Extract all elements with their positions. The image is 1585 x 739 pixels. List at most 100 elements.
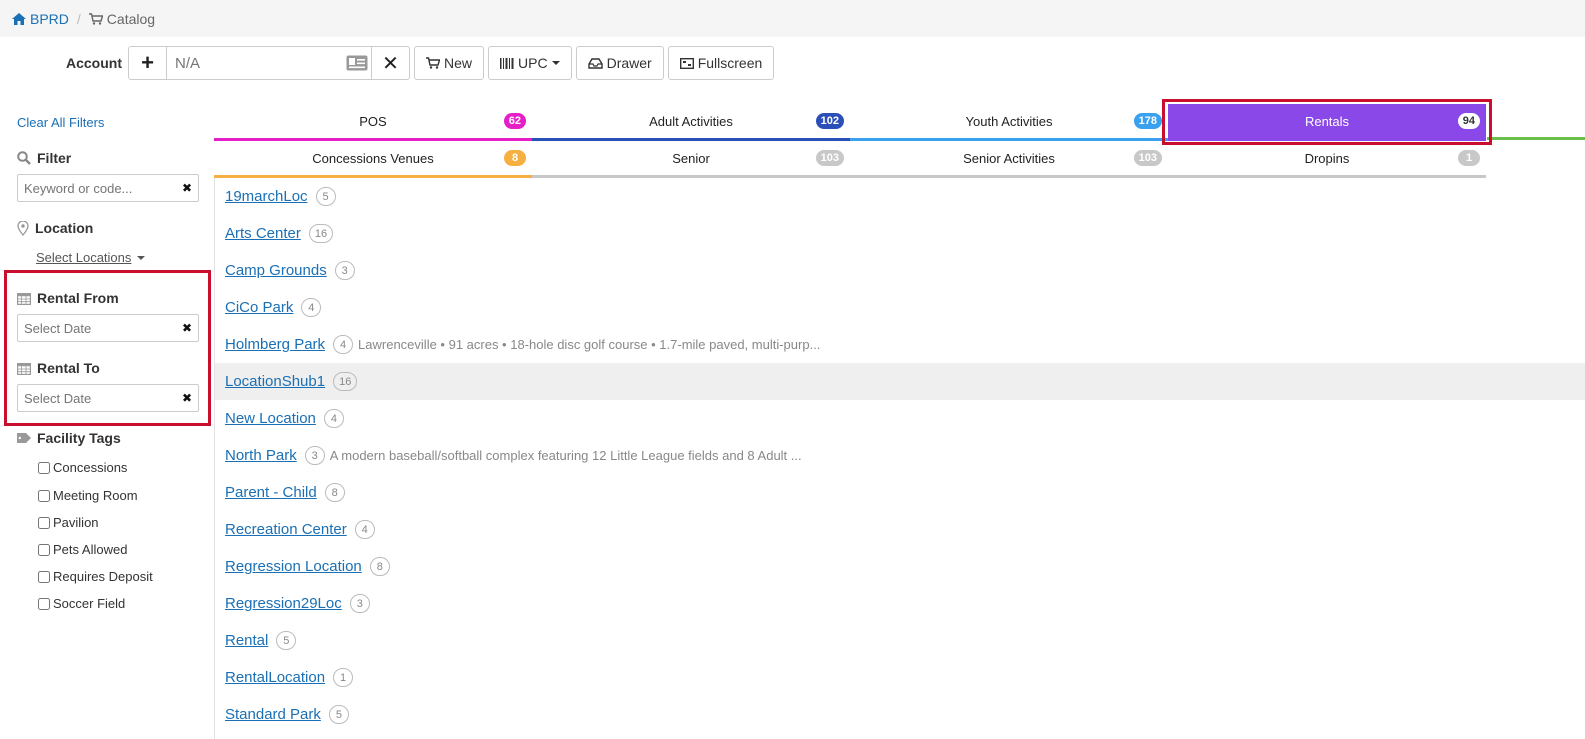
tag-soccer-field-checkbox[interactable] (38, 597, 50, 610)
location-name-link[interactable]: Regression29Loc (225, 595, 342, 612)
drawer-button-label: Drawer (606, 55, 652, 71)
location-count-badge: 5 (276, 631, 297, 650)
location-count-badge: 16 (333, 372, 358, 391)
tab-count-badge: 62 (503, 113, 526, 129)
tab-label: Senior Activities (963, 150, 1055, 166)
clear-account-button[interactable]: ✕ (371, 47, 409, 79)
location-name-link[interactable]: New Location (225, 410, 316, 427)
tab-pos[interactable]: POS 62 (214, 104, 532, 141)
keyword-input[interactable] (24, 180, 182, 196)
location-name-link[interactable]: Recreation Center (225, 521, 347, 538)
rentals-tab-highlight (1162, 99, 1492, 145)
tab-concessions-venues[interactable]: Concessions Venues 8 (214, 141, 532, 178)
location-name-link[interactable]: Standard Park (225, 706, 321, 723)
tag-label: Concessions (53, 460, 128, 475)
location-row[interactable]: Recreation Center 4 (215, 511, 1585, 548)
tab-adult-activities[interactable]: Adult Activities 102 (532, 104, 850, 141)
tab-label: Senior (672, 150, 710, 166)
chevron-down-icon (551, 61, 560, 65)
rental-from-title: Rental From (37, 290, 119, 306)
tag-concessions[interactable]: Concessions (38, 460, 127, 475)
upc-button[interactable]: UPC (488, 46, 572, 80)
location-name-link[interactable]: North Park (225, 447, 297, 464)
location-row[interactable]: Arts Center 16 (215, 215, 1585, 252)
drawer-button[interactable]: Drawer (575, 46, 664, 80)
upc-button-label: UPC (518, 55, 548, 71)
location-row[interactable]: RentalLocation 1 (215, 659, 1585, 696)
location-count-badge: 4 (301, 298, 322, 317)
drawer-icon (587, 57, 603, 69)
location-name-link[interactable]: Arts Center (225, 225, 301, 242)
select-locations-dropdown[interactable]: Select Locations (36, 250, 146, 265)
tag-requires-deposit[interactable]: Requires Deposit (38, 569, 153, 584)
tag-label: Meeting Room (53, 488, 138, 503)
add-account-button[interactable]: + (129, 47, 167, 79)
location-name-link[interactable]: Holmberg Park (225, 336, 325, 353)
location-count-badge: 8 (324, 483, 345, 502)
fullscreen-icon (679, 57, 694, 69)
filter-title: Filter (37, 150, 72, 166)
location-row[interactable]: Camp Grounds 3 (215, 252, 1585, 289)
home-icon (12, 12, 26, 25)
tab-youth-activities[interactable]: Youth Activities 178 (850, 104, 1168, 141)
tag-concessions-checkbox[interactable] (38, 461, 50, 474)
tab-dropins[interactable]: Dropins 1 (1168, 141, 1486, 178)
location-name-link[interactable]: Parent - Child (225, 484, 317, 501)
tag-pavilion-checkbox[interactable] (38, 516, 50, 529)
breadcrumb-home-link[interactable]: BPRD (12, 11, 69, 27)
tag-pavilion[interactable]: Pavilion (38, 515, 99, 530)
breadcrumb-current: Catalog (88, 10, 156, 27)
tab-label: Dropins (1304, 150, 1350, 166)
chevron-down-icon (137, 255, 146, 260)
tag-meeting-room-checkbox[interactable] (38, 489, 50, 502)
tag-meeting-room[interactable]: Meeting Room (38, 488, 138, 503)
tag-pets-allowed[interactable]: Pets Allowed (38, 542, 127, 557)
account-label: Account (66, 55, 122, 71)
rental-to-input[interactable] (24, 390, 182, 406)
tab-count-badge: 8 (504, 150, 526, 166)
tag-soccer-field[interactable]: Soccer Field (38, 596, 125, 611)
location-name-link[interactable]: Camp Grounds (225, 262, 327, 279)
breadcrumb-current-label: Catalog (106, 10, 156, 27)
tab-senior[interactable]: Senior 103 (532, 141, 850, 178)
tag-label: Pets Allowed (53, 542, 128, 557)
location-row[interactable]: Holmberg Park 4 Lawrenceville • 91 acres •… (215, 326, 1585, 363)
location-row[interactable]: 19marchLoc 5 (215, 178, 1585, 215)
tag-label: Pavilion (53, 515, 99, 530)
location-count-badge: 4 (333, 335, 354, 354)
id-card-icon[interactable] (343, 47, 371, 79)
location-row[interactable]: Rental 5 (215, 622, 1585, 659)
clear-rental-to-icon[interactable]: ✖ (182, 391, 192, 405)
location-row[interactable]: Standard Park 5 (215, 696, 1585, 733)
cart-icon (426, 57, 440, 69)
barcode-icon (500, 57, 514, 69)
location-row[interactable]: LocationShub1 16 (215, 363, 1585, 400)
new-button[interactable]: New (414, 46, 485, 80)
location-row[interactable]: North Park 3 A modern baseball/softball co… (215, 437, 1585, 474)
tab-senior-activities[interactable]: Senior Activities 103 (850, 141, 1168, 178)
clear-rental-from-icon[interactable]: ✖ (182, 321, 192, 335)
clear-all-filters-link[interactable]: Clear All Filters (17, 115, 104, 130)
location-name-link[interactable]: Regression Location (225, 558, 362, 575)
location-row[interactable]: Regression Location 8 (215, 548, 1585, 585)
keyword-filter-field: ✖ (17, 174, 199, 202)
tab-label: Adult Activities (649, 113, 733, 129)
tag-requires-deposit-checkbox[interactable] (38, 570, 50, 583)
rental-to-section-title: Rental To (17, 360, 100, 376)
location-row[interactable]: CiCo Park 4 (215, 289, 1585, 326)
location-row[interactable]: New Location 4 (215, 400, 1585, 437)
location-name-link[interactable]: CiCo Park (225, 299, 293, 316)
map-marker-icon (17, 220, 29, 236)
clear-keyword-icon[interactable]: ✖ (182, 181, 192, 195)
location-name-link[interactable]: 19marchLoc (225, 188, 308, 205)
account-input[interactable] (167, 47, 343, 79)
fullscreen-button[interactable]: Fullscreen (667, 46, 775, 80)
rental-from-input[interactable] (24, 320, 182, 336)
location-name-link[interactable]: LocationShub1 (225, 373, 325, 390)
location-count-badge: 3 (304, 446, 325, 465)
location-name-link[interactable]: RentalLocation (225, 669, 325, 686)
location-row[interactable]: Parent - Child 8 (215, 474, 1585, 511)
location-row[interactable]: Regression29Loc 3 (215, 585, 1585, 622)
location-name-link[interactable]: Rental (225, 632, 268, 649)
tag-pets-allowed-checkbox[interactable] (38, 543, 50, 556)
